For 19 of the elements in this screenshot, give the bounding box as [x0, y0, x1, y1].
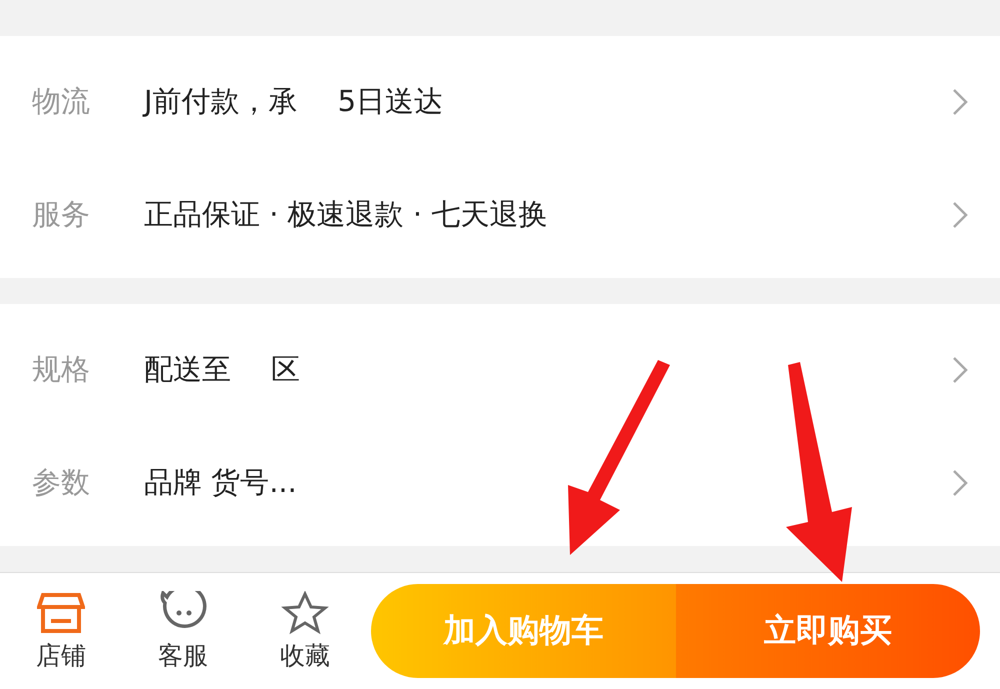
chevron-right-icon[interactable] [952, 88, 968, 116]
row-label: 服务 [32, 196, 91, 233]
row-value: 配送至 [144, 351, 231, 388]
row-label: 物流 [32, 83, 91, 120]
favorite-button[interactable]: 收藏 [244, 590, 366, 672]
row-value: 5日送达 [338, 83, 444, 120]
shop-icon [37, 590, 85, 634]
service-button[interactable]: 客服 [122, 590, 244, 672]
row-value: J前付款，承 [144, 83, 298, 120]
chevron-right-icon[interactable] [952, 469, 968, 497]
chevron-right-icon[interactable] [952, 201, 968, 229]
row-value: 区 [271, 351, 300, 388]
row-value: 品牌 货号... [144, 464, 297, 501]
chevron-right-icon[interactable] [952, 356, 968, 384]
shop-button[interactable]: 店铺 [0, 590, 122, 672]
row-label: 参数 [32, 464, 91, 501]
row-label: 规格 [32, 351, 91, 388]
row-value: 正品保证 · 极速退款 · 七天退换 [144, 196, 548, 233]
star-icon [281, 590, 329, 634]
